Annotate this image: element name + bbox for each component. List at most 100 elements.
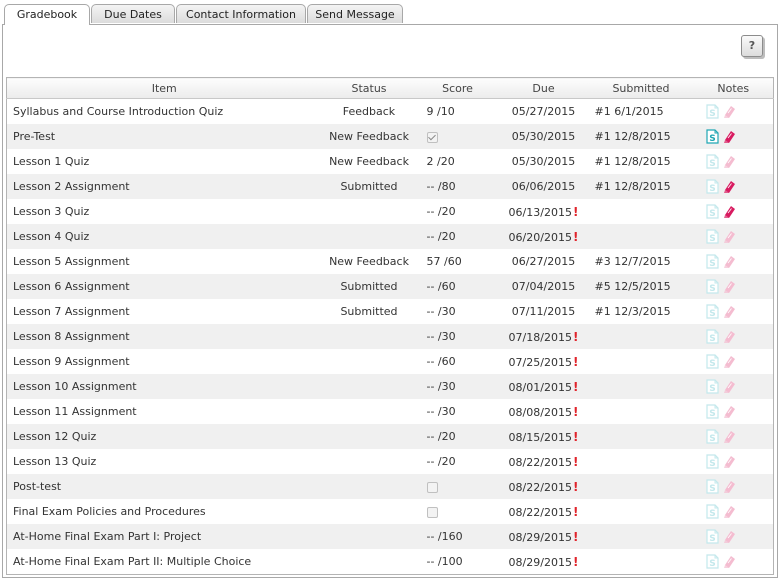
table-row[interactable]: Lesson 1 Quiz New Feedback 2 /20 05/30/2015… xyxy=(7,149,774,174)
row-item[interactable]: Lesson 12 Quiz xyxy=(6,424,322,449)
column-header-notes[interactable]: Notes xyxy=(693,77,774,99)
table-row[interactable]: Post-test 08/22/2015! S xyxy=(6,474,774,499)
svg-text:S: S xyxy=(709,209,715,219)
note-pencil-icon[interactable] xyxy=(723,404,736,419)
table-row[interactable]: Lesson 7 Assignment Submitted -- /30 07/11/… xyxy=(7,299,774,324)
row-item[interactable]: Pre-Test xyxy=(6,124,322,149)
row-item[interactable]: Lesson 6 Assignment xyxy=(6,274,322,299)
submission-icon[interactable]: S xyxy=(705,279,719,294)
table-row[interactable]: Lesson 12 Quiz -- /20 08/15/2015! S xyxy=(6,424,774,449)
note-pencil-icon[interactable] xyxy=(723,304,736,319)
row-item[interactable]: Lesson 11 Assignment xyxy=(7,399,322,424)
submission-icon[interactable]: S xyxy=(705,404,719,419)
note-pencil-icon[interactable] xyxy=(723,329,736,344)
row-notes: S xyxy=(694,299,774,324)
row-due: 07/04/2015 xyxy=(498,274,589,299)
score-value: -- /80 xyxy=(426,180,456,193)
table-row[interactable]: Lesson 10 Assignment -- /30 08/01/2015! S xyxy=(6,374,774,399)
table-row[interactable]: Lesson 5 Assignment New Feedback 57 /60 06/… xyxy=(7,249,774,274)
submission-icon[interactable]: S xyxy=(705,379,719,394)
row-item[interactable]: Syllabus and Course Introduction Quiz xyxy=(7,99,322,125)
row-item[interactable]: Lesson 8 Assignment xyxy=(6,324,322,349)
submission-icon[interactable]: S xyxy=(705,354,719,369)
note-pencil-icon[interactable] xyxy=(723,379,736,394)
column-header-due[interactable]: Due xyxy=(498,77,589,99)
tab-send-message[interactable]: Send Message xyxy=(307,4,403,23)
tab-due-dates[interactable]: Due Dates xyxy=(91,4,175,23)
row-status: New Feedback xyxy=(329,155,409,168)
row-item[interactable]: At-Home Final Exam Part II: Multiple Cho… xyxy=(7,549,322,575)
svg-text:S: S xyxy=(709,409,715,419)
score-value: 57 /60 xyxy=(426,255,462,268)
submission-icon[interactable]: S xyxy=(705,429,719,444)
submission-icon[interactable]: S xyxy=(705,329,719,344)
row-item[interactable]: Lesson 4 Quiz xyxy=(6,224,322,249)
note-pencil-icon[interactable] xyxy=(723,354,736,369)
note-pencil-icon[interactable] xyxy=(723,129,736,144)
note-pencil-icon[interactable] xyxy=(723,479,736,494)
table-row[interactable]: Lesson 8 Assignment -- /30 07/18/2015! S xyxy=(6,324,774,349)
note-pencil-icon[interactable] xyxy=(723,104,736,119)
table-row[interactable]: Lesson 11 Assignment -- /30 08/08/2015! S xyxy=(7,399,774,424)
submission-icon[interactable]: S xyxy=(705,554,719,569)
note-pencil-icon[interactable] xyxy=(723,554,736,569)
submission-icon[interactable]: S xyxy=(705,154,719,169)
submission-icon[interactable]: S xyxy=(705,454,719,469)
table-row[interactable]: Syllabus and Course Introduction Quiz Fee… xyxy=(7,99,774,125)
row-item[interactable]: At-Home Final Exam Part I: Project xyxy=(6,524,322,549)
table-row[interactable]: Lesson 2 Assignment Submitted -- /80 06/06/… xyxy=(6,174,774,199)
note-pencil-icon[interactable] xyxy=(723,179,736,194)
note-pencil-icon[interactable] xyxy=(723,504,736,519)
note-pencil-icon[interactable] xyxy=(723,429,736,444)
svg-text:S: S xyxy=(709,459,715,469)
note-pencil-icon[interactable] xyxy=(723,154,736,169)
row-item[interactable]: Lesson 10 Assignment xyxy=(6,374,322,399)
column-header-item[interactable]: Item xyxy=(6,77,322,99)
column-header-submitted[interactable]: Submitted xyxy=(588,77,694,99)
submission-icon[interactable]: S xyxy=(705,204,719,219)
submission-icon[interactable]: S xyxy=(705,104,719,119)
note-pencil-icon[interactable] xyxy=(723,279,736,294)
column-header-score[interactable]: Score xyxy=(416,77,499,99)
row-item[interactable]: Lesson 7 Assignment xyxy=(7,299,322,324)
submission-icon[interactable]: S xyxy=(705,304,719,319)
table-row[interactable]: Lesson 6 Assignment Submitted -- /60 07/04/… xyxy=(6,274,774,299)
row-item[interactable]: Lesson 5 Assignment xyxy=(7,249,322,274)
table-row[interactable]: At-Home Final Exam Part II: Multiple Cho… xyxy=(7,549,774,575)
row-notes: S xyxy=(694,149,774,174)
row-item[interactable]: Lesson 3 Quiz xyxy=(7,199,322,224)
submission-icon[interactable]: S xyxy=(705,229,719,244)
table-row[interactable]: Lesson 9 Assignment -- /60 07/25/2015! S xyxy=(7,349,774,374)
row-status xyxy=(322,349,417,374)
table-row[interactable]: Lesson 13 Quiz -- /20 08/22/2015! S xyxy=(7,449,774,474)
row-item[interactable]: Final Exam Policies and Procedures xyxy=(7,499,322,524)
note-pencil-icon[interactable] xyxy=(723,254,736,269)
row-notes: S xyxy=(693,274,774,299)
tab-gradebook[interactable]: Gradebook xyxy=(4,4,90,25)
table-row[interactable]: At-Home Final Exam Part I: Project -- /16… xyxy=(6,524,774,549)
row-item[interactable]: Lesson 13 Quiz xyxy=(7,449,322,474)
tab-contact-information[interactable]: Contact Information xyxy=(176,4,306,23)
submission-icon[interactable]: S xyxy=(705,179,719,194)
column-header-status[interactable]: Status xyxy=(321,77,417,99)
submission-icon[interactable]: S xyxy=(705,504,719,519)
submission-icon[interactable]: S xyxy=(705,254,719,269)
note-pencil-icon[interactable] xyxy=(723,529,736,544)
row-item[interactable]: Post-test xyxy=(6,474,322,499)
note-pencil-icon[interactable] xyxy=(723,454,736,469)
row-item[interactable]: Lesson 2 Assignment xyxy=(6,174,322,199)
table-row[interactable]: Pre-Test New Feedback 05/30/2015 #1 12/8/20… xyxy=(6,124,774,149)
due-date: 08/15/2015 xyxy=(508,430,572,444)
table-row[interactable]: Lesson 3 Quiz -- /20 06/13/2015! S xyxy=(7,199,774,224)
help-icon[interactable]: ? xyxy=(741,35,763,57)
row-item[interactable]: Lesson 9 Assignment xyxy=(7,349,322,374)
table-row[interactable]: Final Exam Policies and Procedures 08/22/… xyxy=(7,499,774,524)
submission-icon[interactable]: S xyxy=(705,529,719,544)
note-pencil-icon[interactable] xyxy=(723,229,736,244)
note-pencil-icon[interactable] xyxy=(723,204,736,219)
row-item[interactable]: Lesson 1 Quiz xyxy=(7,149,322,174)
table-row[interactable]: Lesson 4 Quiz -- /20 06/20/2015! S xyxy=(6,224,774,249)
submission-icon[interactable]: S xyxy=(705,479,719,494)
row-notes: S xyxy=(694,349,774,374)
submission-icon[interactable]: S xyxy=(705,129,719,144)
